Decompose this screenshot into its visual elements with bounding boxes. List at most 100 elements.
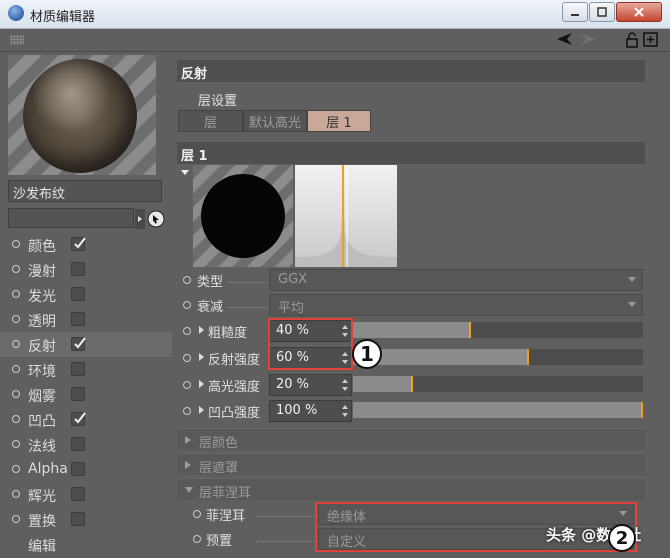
channel-item[interactable]: 凹凸 bbox=[0, 407, 172, 432]
channel-label: 反射 bbox=[28, 339, 56, 355]
param-slider[interactable] bbox=[353, 402, 643, 418]
tab-layer[interactable]: 层 bbox=[178, 110, 243, 132]
type-dropdown[interactable]: GGX bbox=[269, 269, 643, 291]
channel-checkbox[interactable] bbox=[71, 387, 85, 401]
lock-icon[interactable] bbox=[625, 32, 639, 48]
channel-item[interactable]: 辉光 bbox=[0, 482, 172, 507]
toolbar bbox=[0, 29, 670, 52]
animate-dot[interactable] bbox=[183, 381, 191, 389]
channel-item[interactable]: 编辑 bbox=[0, 532, 172, 557]
material-name-field[interactable]: 沙发布纹 bbox=[8, 180, 162, 202]
channel-dot bbox=[12, 365, 20, 373]
new-panel-icon[interactable] bbox=[643, 32, 659, 48]
channel-checkbox[interactable] bbox=[71, 237, 86, 251]
channel-checkbox[interactable] bbox=[71, 487, 85, 501]
channel-checkbox[interactable] bbox=[71, 312, 85, 326]
nav-back-icon[interactable] bbox=[556, 32, 574, 46]
expand-triangle-icon[interactable] bbox=[199, 326, 204, 334]
minimize-button[interactable] bbox=[562, 2, 588, 22]
maximize-button[interactable] bbox=[589, 2, 615, 22]
left-panel: 沙发布纹 颜色 漫射发光透明反射环境烟雾 凹凸 法线 Alpha 辉光 置换编辑 bbox=[0, 52, 172, 558]
window-title: 材质编辑器 bbox=[30, 9, 96, 24]
tab-default-specular[interactable]: 默认高光 bbox=[243, 110, 307, 132]
channel-label: 编辑 bbox=[28, 539, 56, 555]
channel-item[interactable]: 发光 bbox=[0, 282, 172, 307]
pick-arrow-icon[interactable] bbox=[147, 210, 165, 228]
animate-dot[interactable] bbox=[183, 301, 191, 309]
channel-checkbox[interactable] bbox=[71, 287, 85, 301]
close-button[interactable] bbox=[616, 2, 662, 22]
fresnel-label: 菲涅耳 bbox=[206, 509, 246, 524]
param-slider[interactable] bbox=[353, 322, 643, 338]
channel-checkbox[interactable] bbox=[71, 412, 86, 426]
channel-item[interactable]: 颜色 bbox=[0, 232, 172, 257]
channel-checkbox[interactable] bbox=[71, 337, 86, 351]
spinner-icon[interactable] bbox=[342, 378, 348, 392]
channel-checkbox[interactable] bbox=[71, 462, 85, 476]
channel-item[interactable]: 漫射 bbox=[0, 257, 172, 282]
animate-dot[interactable] bbox=[183, 276, 191, 284]
spinner-icon[interactable] bbox=[342, 404, 348, 418]
spinner-icon[interactable] bbox=[342, 351, 348, 365]
channel-dot bbox=[12, 515, 20, 523]
channel-checkbox[interactable] bbox=[71, 437, 85, 451]
animate-dot[interactable] bbox=[183, 354, 191, 362]
param-input[interactable]: 40 % bbox=[269, 320, 352, 342]
nav-forward-icon[interactable] bbox=[580, 32, 598, 46]
material-preview[interactable] bbox=[8, 55, 156, 175]
channel-dot bbox=[12, 290, 20, 298]
animate-dot[interactable] bbox=[193, 510, 201, 518]
type-label: 类型 bbox=[197, 275, 224, 290]
slider-knob[interactable] bbox=[527, 349, 529, 365]
right-panel: 反射 层设置 层 默认高光 层 1 层 1 类型 GGX 衰减 平均 粗糙度 4… bbox=[172, 52, 670, 558]
channel-checkbox[interactable] bbox=[71, 262, 85, 276]
channel-checkbox[interactable] bbox=[71, 362, 85, 376]
channel-item[interactable]: 烟雾 bbox=[0, 382, 172, 407]
group-layer-mask[interactable]: 层遮罩 bbox=[177, 453, 645, 476]
expand-triangle-icon[interactable] bbox=[199, 406, 204, 414]
grip-handle[interactable] bbox=[10, 35, 24, 45]
chevron-down-icon bbox=[619, 511, 627, 516]
collapse-triangle-icon[interactable] bbox=[181, 169, 189, 177]
channel-item[interactable]: 法线 bbox=[0, 432, 172, 457]
param-input[interactable]: 100 % bbox=[269, 400, 352, 422]
slider-knob[interactable] bbox=[641, 402, 643, 418]
fresnel-dropdown[interactable]: 绝缘体 bbox=[318, 503, 634, 525]
channel-item[interactable]: 反射 bbox=[0, 332, 172, 357]
check-icon bbox=[74, 337, 86, 349]
expand-triangle-icon bbox=[185, 436, 191, 444]
slider-knob[interactable] bbox=[469, 322, 471, 338]
chevron-right-icon[interactable] bbox=[135, 209, 145, 229]
material-link-field[interactable] bbox=[8, 208, 134, 228]
channel-item[interactable]: 环境 bbox=[0, 357, 172, 382]
group-layer-fresnel[interactable]: 层菲涅耳 bbox=[177, 478, 645, 501]
expand-triangle-icon bbox=[185, 461, 191, 469]
group-label: 层遮罩 bbox=[199, 461, 239, 476]
type-value: GGX bbox=[278, 272, 308, 287]
param-slider[interactable] bbox=[353, 376, 643, 392]
param-input[interactable]: 20 % bbox=[269, 374, 352, 396]
channel-label: 环境 bbox=[28, 364, 56, 380]
param-input[interactable]: 60 % bbox=[269, 347, 352, 369]
expand-triangle-icon[interactable] bbox=[199, 353, 204, 361]
group-layer-color[interactable]: 层颜色 bbox=[177, 428, 645, 451]
spinner-icon[interactable] bbox=[342, 324, 348, 338]
param-value: 40 % bbox=[276, 323, 310, 338]
animate-dot[interactable] bbox=[183, 407, 191, 415]
channel-item[interactable]: 置换 bbox=[0, 507, 172, 532]
channel-label: 发光 bbox=[28, 289, 56, 305]
animate-dot[interactable] bbox=[193, 535, 201, 543]
attenuation-dropdown[interactable]: 平均 bbox=[269, 294, 643, 316]
animate-dot[interactable] bbox=[183, 327, 191, 335]
channel-item[interactable]: 透明 bbox=[0, 307, 172, 332]
app-icon bbox=[8, 5, 24, 21]
expand-triangle-icon[interactable] bbox=[199, 380, 204, 388]
tab-layer-1[interactable]: 层 1 bbox=[307, 110, 371, 132]
channel-item[interactable]: Alpha bbox=[0, 457, 172, 482]
slider-fill bbox=[353, 402, 643, 418]
channel-checkbox[interactable] bbox=[71, 512, 85, 526]
maximize-icon bbox=[597, 7, 607, 17]
param-slider[interactable] bbox=[353, 349, 643, 365]
layer-tabs: 层 默认高光 层 1 bbox=[178, 110, 371, 132]
slider-knob[interactable] bbox=[411, 376, 413, 392]
